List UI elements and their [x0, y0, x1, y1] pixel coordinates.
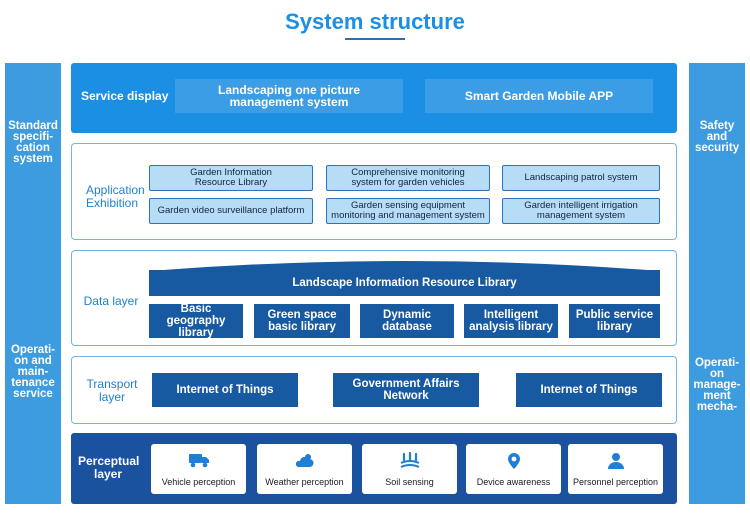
app-item-vehicle-monitoring: Comprehensive monitoring system for gard… — [326, 165, 490, 191]
title-underline — [345, 38, 405, 40]
data-item-green-space: Green space basic library — [254, 304, 350, 338]
perceptual-label: Perceptual layer — [78, 454, 140, 481]
one-picture-system-card: Landscaping one picture management syste… — [175, 79, 403, 113]
application-label: Application Exhibition — [86, 183, 145, 210]
mobile-app-card: Smart Garden Mobile APP — [425, 79, 653, 113]
perc-label-device: Device awareness — [476, 477, 551, 487]
device-icon — [507, 453, 520, 469]
perc-label-weather: Weather perception — [265, 477, 344, 487]
safety-security-label: Safety and security — [695, 120, 740, 154]
data-layer-label: Data layer — [83, 294, 139, 308]
perc-label-personnel: Personnel perception — [572, 477, 659, 487]
transport-layer: Transport layer Internet of Things Gover… — [71, 356, 677, 424]
left-side-column: Standard specifi-cation system Operati-o… — [5, 63, 61, 504]
perc-card-weather: Weather perception — [257, 444, 352, 494]
data-item-intelligent: Intelligent analysis library — [464, 304, 558, 338]
data-layer: Data layer Landscape Information Resourc… — [71, 250, 677, 346]
data-item-geography: Basic geography library — [149, 303, 243, 339]
person-icon — [607, 453, 624, 469]
banner-arc — [149, 261, 660, 271]
transport-item-iot-right: Internet of Things — [516, 373, 662, 407]
app-item-irrigation: Garden intelligent irrigation management… — [502, 198, 660, 224]
transport-item-iot-left: Internet of Things — [152, 373, 298, 407]
perc-card-personnel: Personnel perception — [568, 444, 663, 494]
application-layer: Application Exhibition Garden Informatio… — [71, 143, 677, 240]
page-title: System structure — [285, 9, 465, 34]
perc-card-vehicle: Vehicle perception — [151, 444, 246, 494]
app-item-sensing-equipment: Garden sensing equipment monitoring and … — [326, 198, 490, 224]
data-item-public-service: Public service library — [569, 304, 660, 338]
data-banner: Landscape Information Resource Library — [149, 270, 660, 296]
weather-icon — [295, 454, 314, 467]
operation-management-label: Operati-on manage-ment mecha- — [693, 357, 741, 413]
vehicle-icon — [188, 454, 209, 468]
service-display-layer: Service display Landscaping one picture … — [71, 63, 677, 133]
transport-label: Transport layer — [86, 377, 138, 404]
perceptual-layer: Perceptual layer Vehicle perception Weat… — [71, 433, 677, 504]
standard-specification-label: Standard specifi-cation system — [8, 120, 58, 165]
app-item-resource-library: Garden Information Resource Library — [149, 165, 313, 191]
right-side-column: Safety and security Operati-on manage-me… — [689, 63, 745, 504]
transport-item-government-network: Government Affairs Network — [333, 373, 479, 407]
soil-icon — [400, 452, 419, 468]
app-item-patrol-system: Landscaping patrol system — [502, 165, 660, 191]
perc-card-soil: Soil sensing — [362, 444, 457, 494]
service-display-label: Service display — [81, 89, 169, 103]
app-item-video-surveillance: Garden video surveillance platform — [149, 198, 313, 224]
operation-maintenance-label: Operati-on and main-tenance service — [10, 344, 56, 400]
perc-label-soil: Soil sensing — [385, 477, 434, 487]
perc-label-vehicle: Vehicle perception — [161, 477, 236, 487]
perc-card-device: Device awareness — [466, 444, 561, 494]
data-item-dynamic: Dynamic database — [360, 304, 454, 338]
